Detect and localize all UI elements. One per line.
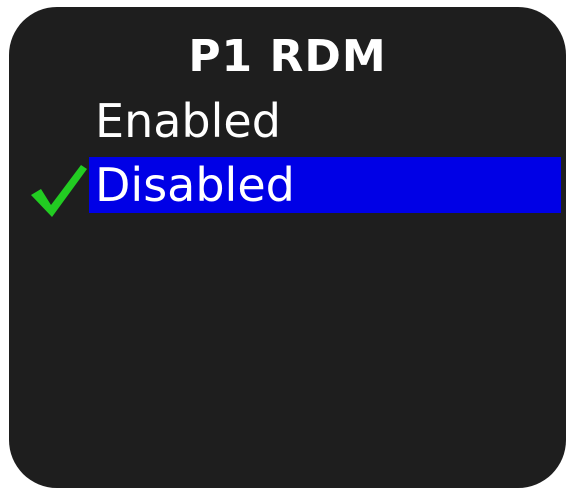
menu-title: P1 RDM	[188, 31, 387, 82]
menu-screen: P1 RDM Enabled Disabled	[9, 7, 566, 488]
option-disabled[interactable]: Disabled	[89, 157, 561, 213]
checkmark-icon	[31, 165, 87, 217]
option-enabled[interactable]: Enabled	[89, 93, 415, 149]
